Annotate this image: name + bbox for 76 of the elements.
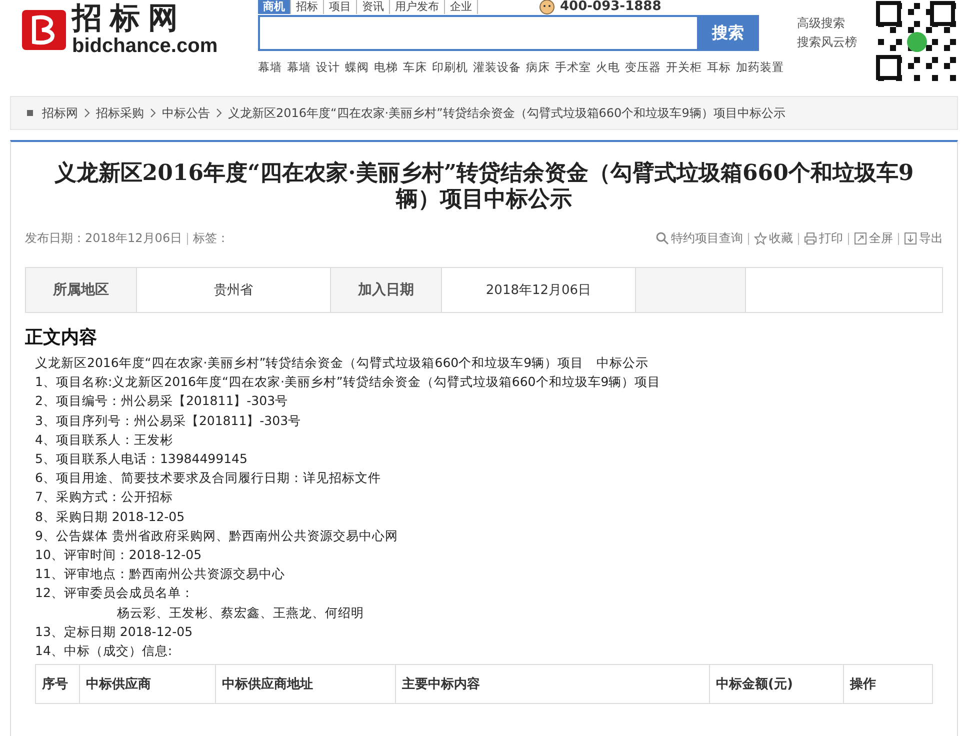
- printer-icon: [804, 232, 817, 245]
- body-text: 9、公告媒体 贵州省政府采购网、黔西南州公共资源交易中心网: [35, 528, 398, 543]
- keyword-link[interactable]: 病床: [526, 60, 550, 75]
- body-text: 8、采购日期 2018-12-05: [35, 508, 185, 524]
- body-text: 3、项目序列号：州公易采【201811】-303号: [35, 412, 302, 428]
- body-text: 12、评审委员会成员名单：: [35, 585, 194, 600]
- search-link[interactable]: 高级搜索: [797, 15, 857, 32]
- nav-tab[interactable]: 招标: [291, 0, 324, 14]
- body-text: 义龙新区2016年度“四在农家·美丽乡村”转贷结余资金（勾臂式垃圾箱660个和垃圾车9辆）项目 中标公示: [35, 355, 649, 370]
- search-link[interactable]: 搜索风云榜: [797, 34, 857, 51]
- phone-number: 400-093-1888: [560, 0, 662, 14]
- body-text: 4、项目联系人：王发彬: [35, 432, 173, 447]
- column-header: 中标供应商: [80, 665, 216, 704]
- keyword-link[interactable]: 幕墙: [258, 60, 282, 75]
- nav-tab[interactable]: 商机: [258, 0, 291, 14]
- breadcrumb-link[interactable]: 招标采购: [96, 104, 144, 122]
- action-link[interactable]: 收藏: [754, 230, 793, 247]
- body-text: 杨云彩、王发彬、蔡宏鑫、王燕龙、何绍明: [117, 604, 364, 620]
- chevron-right-icon: [215, 108, 223, 118]
- nav-tab[interactable]: 用户发布: [390, 0, 445, 14]
- chevron-right-icon: [83, 108, 91, 118]
- body-text: 10、评审时间：2018-12-05: [35, 547, 202, 562]
- keyword-link[interactable]: 火电: [596, 60, 620, 75]
- breadcrumb-link[interactable]: 义龙新区2016年度“四在农家·美丽乡村”转贷结余资金（勾臂式垃圾箱660个和垃圾车9辆）项目中标公示: [228, 104, 786, 122]
- keyword-link[interactable]: 加药装置: [736, 60, 784, 75]
- keyword-link[interactable]: 电梯: [374, 60, 398, 75]
- logo-domain: bidchance.com: [72, 35, 218, 57]
- body-text: 14、中标（成交）信息:: [35, 643, 172, 658]
- column-header: 主要中标内容: [396, 665, 710, 704]
- column-header: 操作: [848, 676, 877, 694]
- action-link[interactable]: 导出: [904, 230, 943, 247]
- search-button[interactable]: 搜索: [697, 15, 759, 51]
- keyword-link[interactable]: 设计: [316, 60, 340, 75]
- expand-icon: [854, 232, 867, 245]
- body-text: 6、项目用途、简要技术要求及合同履行日期：详见招标文件: [35, 470, 381, 486]
- nav-tab[interactable]: 项目: [324, 0, 357, 14]
- nav-tab[interactable]: 企业: [445, 0, 478, 14]
- support-avatar-icon: [538, 0, 556, 15]
- keyword-link[interactable]: 手术室: [555, 60, 591, 75]
- search-icon: [656, 232, 669, 245]
- bullet-icon: [27, 110, 33, 116]
- info-label: 加入日期: [331, 268, 442, 312]
- body-text: 5、项目联系人电话：13984499145: [35, 451, 248, 466]
- body-text: 2、项目编号：州公易采【201811】-303号: [35, 393, 288, 408]
- star-icon: [754, 232, 767, 245]
- body-text: 11、评审地点：黔西南州公共资源交易中心: [35, 566, 285, 582]
- chevron-right-icon: [149, 108, 157, 118]
- column-header: 序号: [36, 665, 80, 704]
- body-text: 1、项目名称:义龙新区2016年度“四在农家·美丽乡村”转贷结余资金（勾臂式垃圾箱660个和垃圾车9辆）项目: [35, 374, 661, 390]
- body-text: 13、定标日期 2018-12-05: [35, 624, 193, 639]
- action-link[interactable]: 全屏: [854, 230, 893, 247]
- keyword-link[interactable]: 车床: [403, 60, 427, 75]
- keyword-link[interactable]: 灌装设备: [473, 60, 521, 75]
- download-icon: [904, 232, 917, 245]
- keyword-link[interactable]: 变压器: [625, 60, 661, 75]
- meta-text: 标签：: [193, 230, 230, 247]
- info-label: 所属地区: [26, 268, 137, 312]
- nav-tab[interactable]: 资讯: [357, 0, 390, 14]
- breadcrumb-link[interactable]: 中标公告: [162, 104, 210, 122]
- search-field[interactable]: [258, 15, 697, 51]
- article-title: 义龙新区2016年度“四在农家·美丽乡村”转贷结余资金（勾臂式垃圾箱660个和垃圾车9辆）项目中标公示: [53, 160, 915, 212]
- body-text: 7、采购方式：公开招标: [35, 489, 173, 504]
- keyword-link[interactable]: 幕墙: [287, 60, 311, 75]
- keyword-link[interactable]: 耳标: [707, 60, 731, 75]
- breadcrumb-link[interactable]: 招标网: [42, 104, 78, 122]
- keyword-link[interactable]: 开关柜: [666, 60, 702, 75]
- keyword-link[interactable]: 印刷机: [432, 60, 468, 75]
- qr-code-icon: [875, 0, 959, 84]
- action-link[interactable]: 打印: [804, 230, 843, 247]
- keyword-link[interactable]: 蝶阀: [345, 60, 369, 75]
- logo-title: 招标网: [72, 3, 187, 35]
- section-heading: 正文内容: [25, 326, 98, 349]
- column-header: 中标金额(元): [710, 665, 844, 704]
- action-link[interactable]: 特约项目查询: [656, 230, 743, 247]
- column-header: 中标供应商地址: [216, 665, 396, 704]
- meta-text: 发布日期：2018年12月06日: [25, 230, 182, 247]
